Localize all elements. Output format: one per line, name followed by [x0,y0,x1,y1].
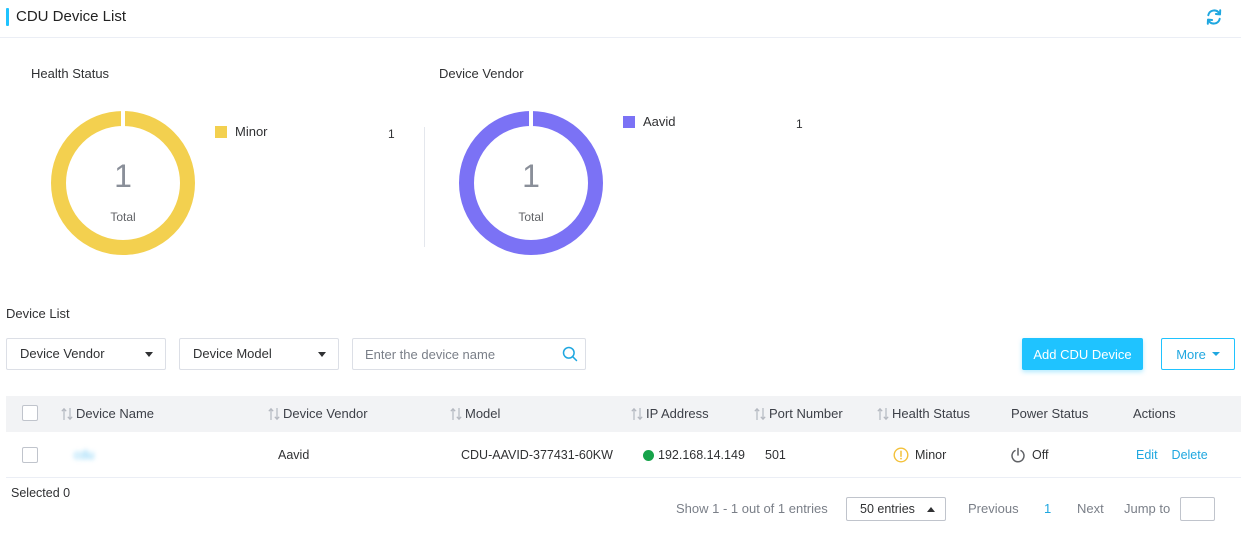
legend-item-minor: Minor [215,124,268,139]
page-size-value: 50 entries [860,502,915,516]
column-actions: Actions [1133,396,1176,432]
search-icon[interactable] [562,346,578,362]
next-page-button[interactable]: Next [1077,497,1104,521]
column-health-status[interactable]: Health Status [877,396,970,432]
page-header: CDU Device List [0,0,1241,38]
device-vendor-total-label: Total [518,210,544,224]
column-label: Power Status [1011,406,1089,421]
device-name-link[interactable]: cdu [74,432,94,478]
column-model[interactable]: Model [450,396,500,432]
row-device-vendor: Aavid [278,448,310,462]
more-button[interactable]: More [1161,338,1235,370]
add-cdu-device-button[interactable]: Add CDU Device [1022,338,1143,370]
chart-divider [424,127,425,247]
sort-icon [877,407,889,421]
device-search [352,338,586,370]
edit-button[interactable]: Edit [1136,432,1158,478]
health-status-value: Minor [915,448,947,462]
device-list-label: Device List [6,306,70,321]
chevron-down-icon [1211,352,1220,356]
page-size-select[interactable]: 50 entries [846,497,946,521]
legend-count-aavid: 1 [796,117,803,131]
previous-page-button[interactable]: Previous [968,497,1019,521]
selected-count: Selected 0 [11,486,71,500]
chevron-down-icon [318,352,326,357]
column-ip-address[interactable]: IP Address [631,396,709,432]
power-icon [1011,447,1025,463]
power-status-value: Off [1032,448,1049,462]
table-header: Device Name Device Vendor Model IP Addre… [6,396,1241,432]
column-label: Actions [1133,406,1176,421]
sort-icon [268,407,280,421]
jump-to-label: Jump to [1124,501,1171,516]
sort-icon [631,407,643,421]
health-status-total-label: Total [110,210,136,224]
row-checkbox[interactable] [22,447,38,463]
device-vendor-filter[interactable]: Device Vendor [6,338,166,370]
device-model-filter[interactable]: Device Model [179,338,339,370]
chevron-down-icon [145,352,153,357]
row-ip-address: 192.168.14.149 [643,432,745,478]
device-vendor-donut: 1 Total [458,110,604,256]
row-actions: Edit Delete [1136,432,1208,478]
jump-to-input[interactable] [1180,497,1215,521]
legend-swatch-minor [215,125,227,138]
sort-icon [450,407,462,421]
row-model: CDU-AAVID-377431-60KW [461,448,613,462]
row-device-name[interactable]: cdu [74,432,94,478]
row-port-number: 501 [765,448,786,462]
column-label: Model [465,406,501,421]
page-number-current[interactable]: 1 [1044,497,1051,521]
row-health-status: Minor [893,432,946,478]
more-button-label: More [1176,346,1206,362]
row-power-status: Off [1010,432,1048,478]
column-label: Device Name [76,406,155,421]
device-search-input[interactable] [353,339,553,369]
column-device-name[interactable]: Device Name [61,396,154,432]
table-row: cdu Aavid CDU-AAVID-377431-60KW 192.168.… [6,432,1241,478]
health-status-label: Health Status [31,66,110,81]
sort-icon [61,407,73,421]
column-label: IP Address [646,406,709,421]
select-all-checkbox[interactable] [22,405,38,421]
legend-label-aavid: Aavid [643,114,676,129]
legend-swatch-aavid [623,115,635,128]
health-status-donut: 1 Total [50,110,196,256]
refresh-icon[interactable] [1205,8,1223,26]
ip-address-value: 192.168.14.149 [658,448,745,462]
device-vendor-filter-value: Device Vendor [20,346,105,361]
device-model-filter-value: Device Model [193,346,272,361]
header-accent-bar [6,8,9,26]
column-label: Port Number [769,406,843,421]
device-vendor-total: 1 [522,158,540,194]
column-port-number[interactable]: Port Number [754,396,843,432]
health-status-total: 1 [114,158,132,194]
pagination-summary: Show 1 - 1 out of 1 entries [676,501,828,516]
device-vendor-label: Device Vendor [439,66,524,81]
chevron-up-icon [927,507,935,512]
column-device-vendor[interactable]: Device Vendor [268,396,368,432]
column-label: Health Status [892,406,971,421]
legend-item-aavid: Aavid [623,114,676,129]
column-power-status: Power Status [1011,396,1088,432]
page-title: CDU Device List [16,8,127,25]
legend-count-minor: 1 [388,127,395,141]
online-status-dot [643,449,654,461]
warning-icon [893,447,909,463]
legend-label-minor: Minor [235,124,268,139]
sort-icon [754,407,766,421]
column-label: Device Vendor [283,406,368,421]
delete-button[interactable]: Delete [1172,432,1208,478]
